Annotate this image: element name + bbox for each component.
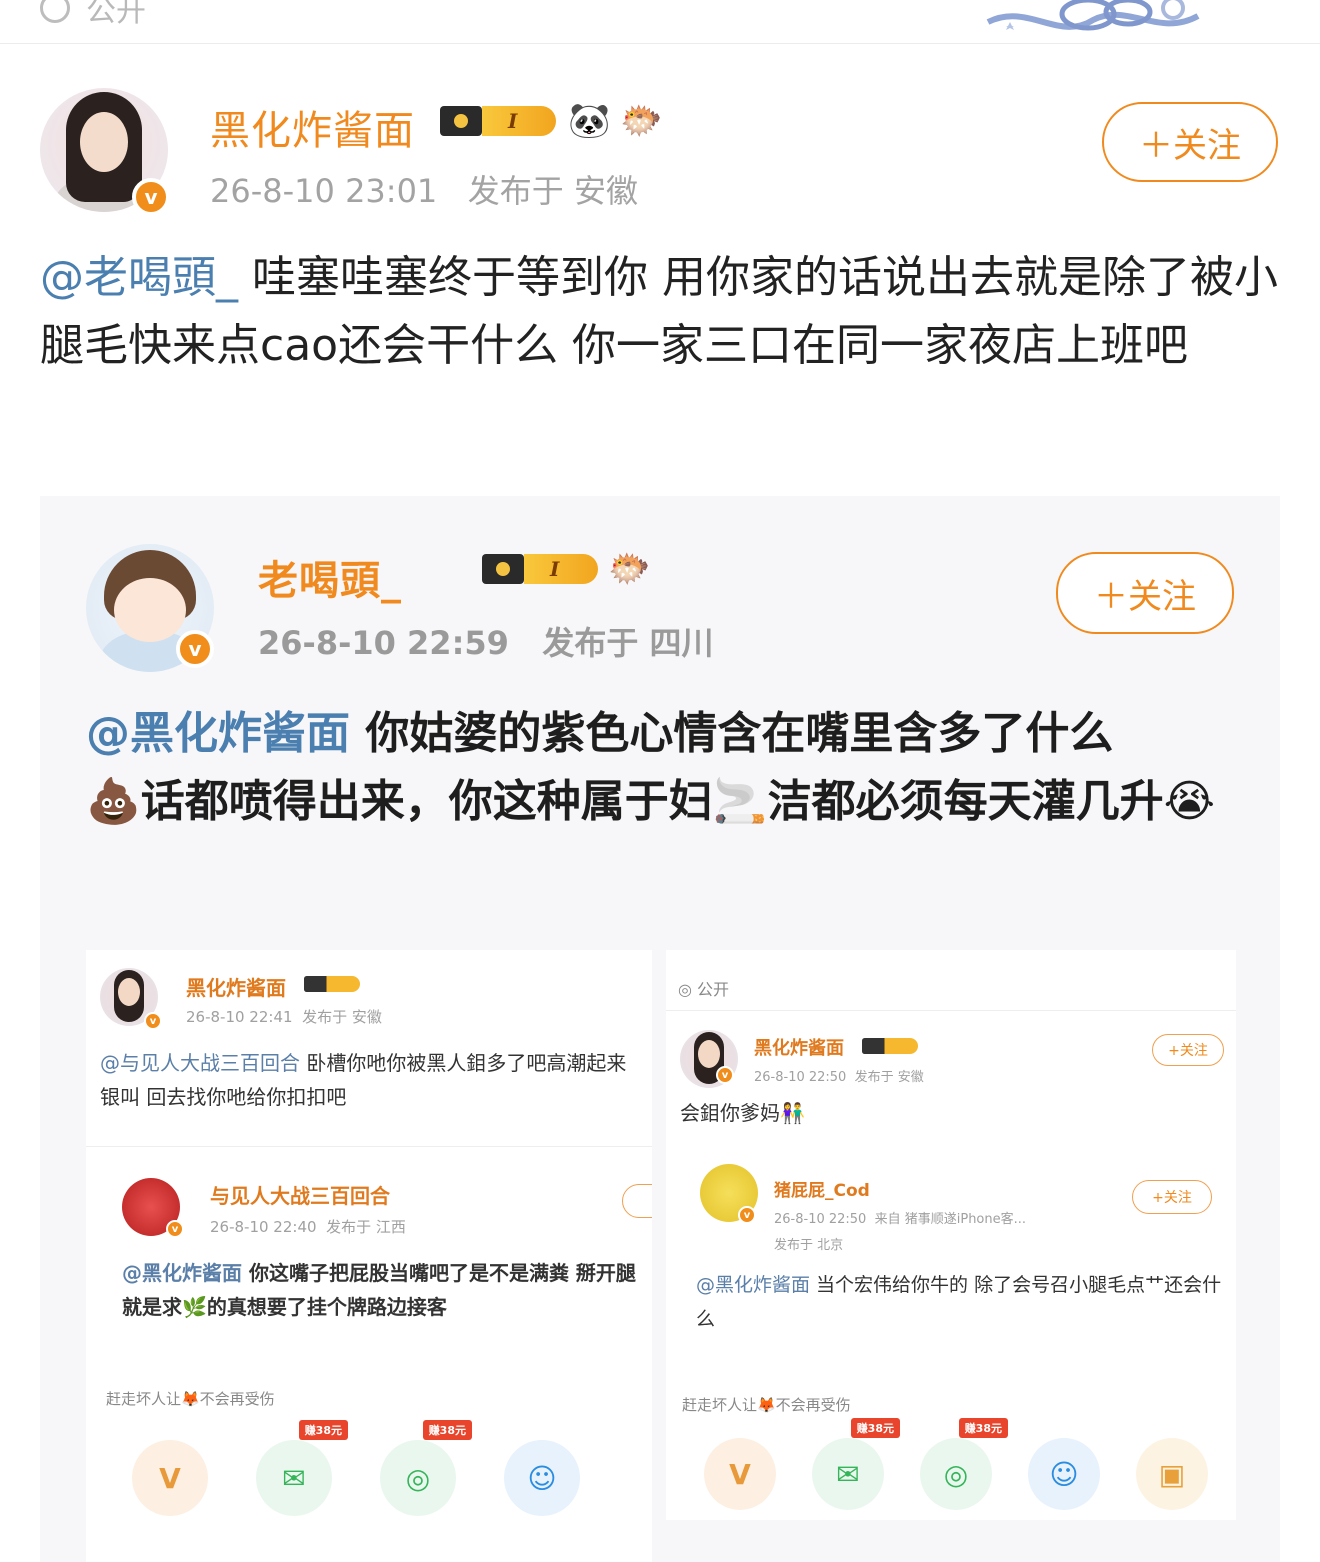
post-location: 发布于 安徽 <box>467 172 638 210</box>
weibo-v-icon: V <box>132 1440 208 1516</box>
verified-badge-icon: v <box>144 1012 162 1030</box>
crown-icon <box>482 554 524 584</box>
visibility-label: 公开 <box>86 0 146 29</box>
qq-icon: ☺ <box>1028 1438 1100 1510</box>
verified-badge-icon: v <box>738 1206 756 1224</box>
repost-text-3: 洁都必须每天灌几升 <box>767 776 1164 827</box>
post-header: v 黑化炸酱面 I 🐼 🐡 26-8-10 23:01 发布于 安徽 ＋关注 <box>40 88 1280 218</box>
crying-emoji-icon: 😭 <box>1163 776 1216 827</box>
repost-text-2: 话都喷得出来，你这种属于妇 <box>140 776 713 827</box>
nested-sub-text: @黑化炸酱面 你这嘴子把屁股当嘴吧了是不是满粪 掰开腿就是求🌿的真想要了挂个牌路… <box>122 1261 636 1319</box>
verified-badge-icon: v <box>176 630 214 668</box>
nested-author: 黑化炸酱面 <box>754 1038 844 1059</box>
moments-icon: ◎ 赚38元 <box>920 1418 1008 1510</box>
qq-icon: ☺ <box>504 1440 580 1516</box>
nested-sub-follow-button: +关注 <box>1132 1180 1212 1214</box>
moments-icon: ◎ 赚38元 <box>380 1420 472 1516</box>
level-label: I <box>482 106 556 136</box>
embedded-screenshot[interactable]: v 老喝頭_ I 🐡 26-8-10 22:59 发布于 四川 ＋关注 @黑化炸… <box>40 496 1280 1562</box>
poop-emoji-icon: 💩 <box>86 776 141 827</box>
verified-badge-icon: v <box>716 1066 734 1084</box>
repost-body: @黑化炸酱面 你姑婆的紫色心情含在嘴里含多了什么 💩话都喷得出来，你这种属于妇🚬… <box>86 700 1236 836</box>
repost-location: 发布于 四川 <box>542 624 714 662</box>
vip-level-badge[interactable]: I <box>440 106 556 136</box>
post-meta: 26-8-10 23:01 发布于 安徽 <box>210 166 638 212</box>
visibility-indicator: 公开 <box>40 0 146 30</box>
top-bar: 公开 <box>0 0 1320 44</box>
ribbon-bow-decoration <box>986 0 1200 31</box>
vip-level-badge <box>304 976 360 992</box>
nested-sub-text: @黑化炸酱面 当个宏伟给你牛的 除了会号召小腿毛点艹还会什么 <box>696 1274 1222 1330</box>
repost-header: v 老喝頭_ I 🐡 26-8-10 22:59 发布于 四川 ＋关注 <box>86 544 1246 674</box>
nested-sub-author: 猪屁屁_Cod <box>774 1181 870 1201</box>
repost-follow-button: ＋关注 <box>1056 552 1234 634</box>
nested-meta: 26-8-10 22:50 发布于 安徽 <box>754 1070 924 1085</box>
vip-level-badge <box>862 1038 918 1054</box>
wechat-icon: ✉ 赚38元 <box>256 1420 348 1516</box>
author-name[interactable]: 黑化炸酱面 <box>210 98 415 156</box>
post-time: 26-8-10 23:01 <box>210 172 438 210</box>
nested-sub-author: 与见人大战三百回合 <box>210 1184 390 1208</box>
repost-time: 26-8-10 22:59 <box>258 624 509 662</box>
repost-author-name: 老喝頭_ <box>258 558 402 604</box>
post-body: @老喝頭_ 哇塞哇塞终于等到你 用你家的话说出去就是除了被小腿毛快来点cao还会… <box>40 244 1280 380</box>
repost-text-1: 你姑婆的紫色心情含在嘴里含多了什么 <box>350 708 1114 759</box>
mention-link[interactable]: @老喝頭_ <box>40 252 238 303</box>
follow-button[interactable]: ＋关注 <box>1102 102 1278 182</box>
verified-badge-icon: v <box>166 1220 184 1238</box>
nested-footer: 赶走坏人让🦊不会再受伤 <box>106 1390 275 1408</box>
level-label: I <box>524 554 598 584</box>
pufferfish-badge-icon: 🐡 <box>608 549 651 589</box>
weibo-v-icon: V <box>704 1438 776 1510</box>
wechat-icon: ✉ 赚38元 <box>812 1418 900 1510</box>
nested-sub-meta: 26-8-10 22:40 发布于 江西 <box>210 1218 406 1236</box>
nested-meta: 26-8-10 22:41 发布于 安徽 <box>186 1008 382 1026</box>
nested-text: 会鉬你爹妈👫 <box>680 1101 805 1125</box>
nested-follow-button: + <box>622 1184 652 1218</box>
nested-sub-meta: 26-8-10 22:50 来自 猪事顺遂iPhone客... <box>774 1212 1027 1227</box>
nested-footer: 赶走坏人让🦊不会再受伤 <box>682 1396 851 1414</box>
cigarette-emoji-icon: 🚬 <box>712 776 768 827</box>
divider <box>86 1146 652 1147</box>
share-row: V ✉ 赚38元 ◎ 赚38元 ☺ ▣ <box>704 1418 1208 1510</box>
divider <box>666 1010 1236 1011</box>
panda-badge-icon[interactable]: 🐼 <box>568 104 610 138</box>
share-row: V ✉ 赚38元 ◎ 赚38元 ☺ <box>132 1420 580 1516</box>
nested-visibility: ◎ 公开 <box>678 980 730 999</box>
nested-text: @与见人大战三百回合 卧槽你吔你被黑人鉬多了吧高潮起来银叫 回去找你吔给你扣扣吧 <box>100 1051 627 1109</box>
nested-author: 黑化炸酱面 <box>186 976 286 1000</box>
crown-icon <box>440 106 482 136</box>
nested-screenshot-left: v 黑化炸酱面 26-8-10 22:41 发布于 安徽 @与见人大战三百回合 … <box>86 950 652 1562</box>
repost-meta: 26-8-10 22:59 发布于 四川 <box>258 618 713 664</box>
nested-follow-button: +关注 <box>1152 1034 1224 1066</box>
verified-badge-icon: v <box>132 178 170 216</box>
nested-sub-location: 发布于 北京 <box>774 1238 844 1253</box>
copy-link-icon: ▣ <box>1136 1438 1208 1510</box>
vip-level-badge: I <box>482 554 598 584</box>
repost-mention: @黑化炸酱面 <box>86 708 350 759</box>
nested-screenshot-right: ◎ 公开 v 黑化炸酱面 26-8-10 22:50 发布于 安徽 +关注 会鉬… <box>666 950 1236 1520</box>
globe-icon <box>40 0 70 23</box>
pufferfish-badge-icon[interactable]: 🐡 <box>620 104 662 138</box>
